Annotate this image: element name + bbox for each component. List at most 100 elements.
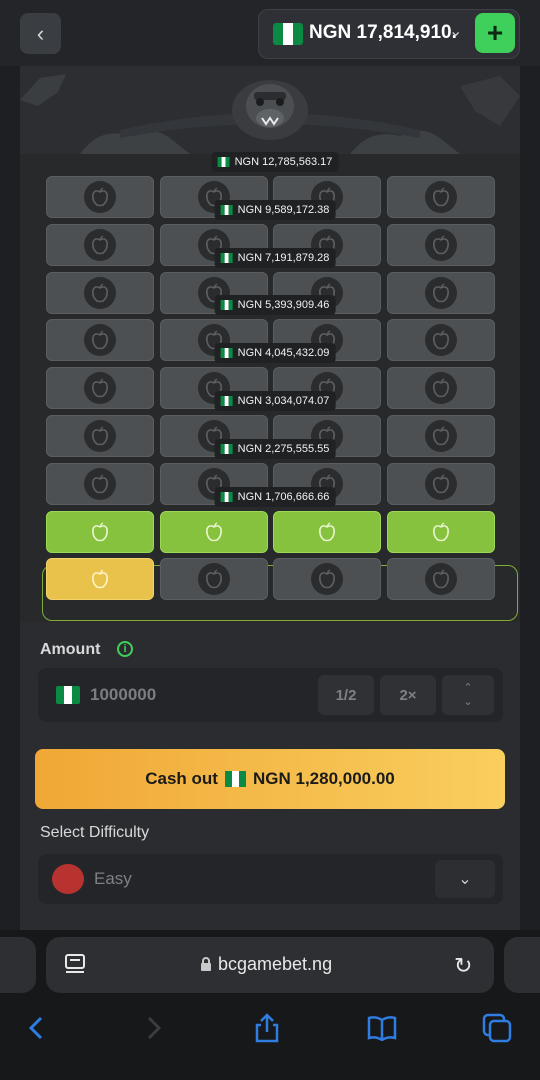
game-tile[interactable]: [46, 463, 154, 505]
apple-icon: [311, 563, 343, 595]
apple-icon: [84, 181, 116, 213]
chevron-up-icon[interactable]: ⌃: [463, 681, 472, 695]
half-amount-button[interactable]: 1/2: [318, 675, 374, 715]
gorilla-icon: [232, 80, 308, 140]
nigeria-flag-icon: [217, 157, 230, 167]
apple-icon: [84, 516, 116, 548]
game-tile[interactable]: [273, 558, 381, 600]
nigeria-flag-icon: [220, 348, 233, 358]
cashout-label: Cash out: [145, 769, 218, 788]
nigeria-flag-icon: [220, 492, 233, 502]
game-tile[interactable]: [387, 558, 495, 600]
nigeria-flag-icon: [220, 444, 233, 454]
difficulty-select[interactable]: Easy ⌄: [38, 854, 503, 904]
game-tile[interactable]: [160, 558, 268, 600]
apple-icon: [198, 516, 230, 548]
apple-icon: [84, 420, 116, 452]
previous-tab-preview[interactable]: [0, 937, 36, 993]
payout-amount: NGN 9,589,172.38: [237, 204, 330, 216]
url-text: bcgamebet.ng: [218, 954, 333, 974]
payout-amount: NGN 5,393,909.46: [237, 299, 330, 311]
apple-icon: [84, 229, 116, 261]
jungle-scene: [20, 66, 520, 154]
apple-icon: [52, 864, 84, 894]
game-tile[interactable]: [387, 415, 495, 457]
double-amount-button[interactable]: 2×: [380, 675, 436, 715]
nigeria-flag-icon: [220, 253, 233, 263]
back-arrow-icon[interactable]: [16, 1008, 56, 1048]
apple-icon: [425, 563, 457, 595]
apple-icon: [84, 277, 116, 309]
game-tile[interactable]: [387, 367, 495, 409]
chevron-left-icon: ‹: [36, 20, 45, 46]
chevron-down-icon[interactable]: ⌄: [435, 860, 495, 898]
chevron-down-icon[interactable]: ⌄: [449, 21, 462, 41]
game-tile[interactable]: [387, 511, 495, 553]
payout-amount: NGN 3,034,074.07: [237, 395, 330, 407]
amount-label: Amount: [40, 641, 101, 658]
game-tile[interactable]: [46, 558, 154, 600]
top-bar: ‹ NGN 17,814,910. ⌄ +: [0, 0, 540, 66]
game-tile[interactable]: [160, 511, 268, 553]
game-tile[interactable]: [387, 224, 495, 266]
apple-icon: [84, 372, 116, 404]
game-tile[interactable]: [387, 176, 495, 218]
amount-input[interactable]: [90, 677, 290, 713]
game-tile[interactable]: [387, 463, 495, 505]
game-tile[interactable]: [46, 224, 154, 266]
amount-stepper[interactable]: ⌃ ⌄: [442, 675, 494, 715]
reader-mode-icon[interactable]: [64, 953, 86, 975]
row-payout-label: NGN 9,589,172.38: [214, 200, 336, 220]
nigeria-flag-icon: [56, 686, 80, 704]
payout-amount: NGN 2,275,555.55: [237, 443, 330, 455]
payout-amount: NGN 7,191,879.28: [237, 252, 330, 264]
apple-icon: [425, 420, 457, 452]
game-tile[interactable]: [46, 511, 154, 553]
share-icon[interactable]: [247, 1008, 287, 1048]
balance-amount: NGN 17,814,910.: [309, 22, 457, 43]
apple-icon: [198, 563, 230, 595]
next-tab-preview[interactable]: [504, 937, 540, 993]
back-button[interactable]: ‹: [20, 13, 61, 54]
chevron-down-icon[interactable]: ⌄: [463, 695, 472, 709]
deposit-button[interactable]: +: [475, 13, 515, 53]
row-payout-label: NGN 4,045,432.09: [214, 343, 336, 363]
apple-icon: [84, 468, 116, 500]
game-tile[interactable]: [46, 176, 154, 218]
row-payout-label: NGN 1,706,666.66: [214, 487, 336, 507]
apple-icon: [425, 277, 457, 309]
game-tile[interactable]: [46, 415, 154, 457]
bookmarks-icon[interactable]: [362, 1008, 402, 1048]
game-tile[interactable]: [46, 272, 154, 314]
bet-panel: Amount i 1/2 2× ⌃ ⌄ Cash out NGN 1,280,0…: [20, 622, 520, 930]
difficulty-label: Select Difficulty: [40, 824, 150, 841]
forward-arrow-icon[interactable]: [134, 1008, 174, 1048]
balance-selector[interactable]: NGN 17,814,910. ⌄ +: [258, 9, 520, 59]
game-tile[interactable]: [387, 272, 495, 314]
nigeria-flag-icon: [220, 300, 233, 310]
game-tile[interactable]: [273, 511, 381, 553]
game-tile[interactable]: [46, 367, 154, 409]
cashout-button[interactable]: Cash out NGN 1,280,000.00: [35, 749, 505, 809]
row-payout-label: NGN 2,275,555.55: [214, 439, 336, 459]
payout-amount: NGN 1,706,666.66: [237, 491, 330, 503]
row-payout-label: NGN 3,034,074.07: [214, 391, 336, 411]
tabs-icon[interactable]: [477, 1008, 517, 1048]
apple-icon: [84, 563, 116, 595]
apple-icon: [311, 516, 343, 548]
browser-chrome: bcgamebet.ng ↻: [0, 930, 540, 1080]
nigeria-flag-icon: [224, 771, 246, 787]
lock-icon: [201, 957, 211, 971]
game-tile[interactable]: [387, 319, 495, 361]
game-tile[interactable]: [46, 319, 154, 361]
nigeria-flag-icon: [273, 23, 303, 45]
info-icon[interactable]: i: [117, 641, 133, 657]
row-payout-label: NGN 7,191,879.28: [214, 248, 336, 268]
apple-icon: [425, 324, 457, 356]
address-bar[interactable]: bcgamebet.ng ↻: [46, 937, 494, 993]
plus-icon: +: [486, 17, 504, 48]
row-payout-label: NGN 5,393,909.46: [214, 295, 336, 315]
apple-icon: [425, 468, 457, 500]
cashout-amount: NGN 1,280,000.00: [252, 769, 395, 788]
reload-icon[interactable]: ↻: [454, 953, 472, 979]
